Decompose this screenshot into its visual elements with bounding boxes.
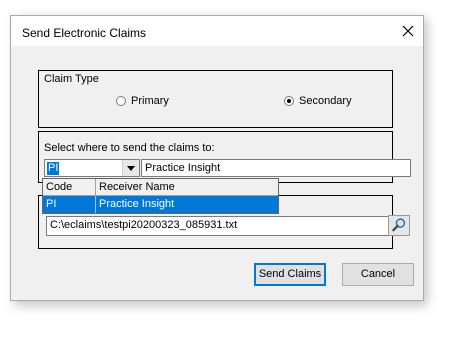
column-header-code: Code (46, 181, 73, 193)
column-divider (95, 179, 96, 196)
send-claims-button[interactable]: Send Claims (254, 263, 326, 286)
close-icon[interactable] (401, 24, 415, 38)
dropdown-header: Code Receiver Name (43, 179, 278, 196)
receiver-name-field[interactable]: Practice Insight (141, 159, 411, 177)
file-path-field[interactable]: C:\eclaims\testpi20200323_085931.txt (46, 216, 389, 236)
destination-label: Select where to send the claims to: (44, 142, 215, 154)
magnifier-icon (392, 218, 406, 232)
send-claims-dialog: Send Electronic Claims Claim Type Primar… (10, 15, 424, 301)
browse-button[interactable] (388, 215, 410, 236)
claim-type-group: Claim Type Primary Secondary (38, 70, 393, 128)
column-header-receiver-name: Receiver Name (99, 181, 175, 193)
dropdown-row-code: PI (46, 198, 57, 210)
dropdown-row-practice-insight[interactable]: PI Practice Insight (43, 196, 278, 213)
radio-secondary[interactable]: Secondary (284, 95, 352, 107)
window-title: Send Electronic Claims (22, 26, 147, 40)
row-divider (95, 196, 96, 213)
radio-secondary-label: Secondary (299, 95, 352, 107)
combo-dropdown-button[interactable] (122, 160, 139, 176)
title-bar: Send Electronic Claims (11, 16, 423, 46)
radio-primary[interactable]: Primary (116, 95, 169, 107)
receiver-code-value: PI (47, 162, 60, 175)
radio-primary-circle (116, 96, 126, 106)
radio-primary-label: Primary (131, 95, 169, 107)
chevron-down-icon (127, 166, 135, 171)
dropdown-row-name: Practice Insight (99, 198, 175, 210)
radio-secondary-circle (284, 96, 294, 106)
file-path-text: C:\eclaims\testpi20200323_085931.txt (50, 219, 238, 231)
cancel-button[interactable]: Cancel (342, 263, 414, 286)
receiver-code-combo[interactable]: PI (44, 159, 140, 177)
receiver-name-text: Practice Insight (145, 162, 221, 174)
receiver-dropdown-list: Code Receiver Name PI Practice Insight (42, 178, 279, 214)
claim-type-label: Claim Type (44, 73, 99, 85)
